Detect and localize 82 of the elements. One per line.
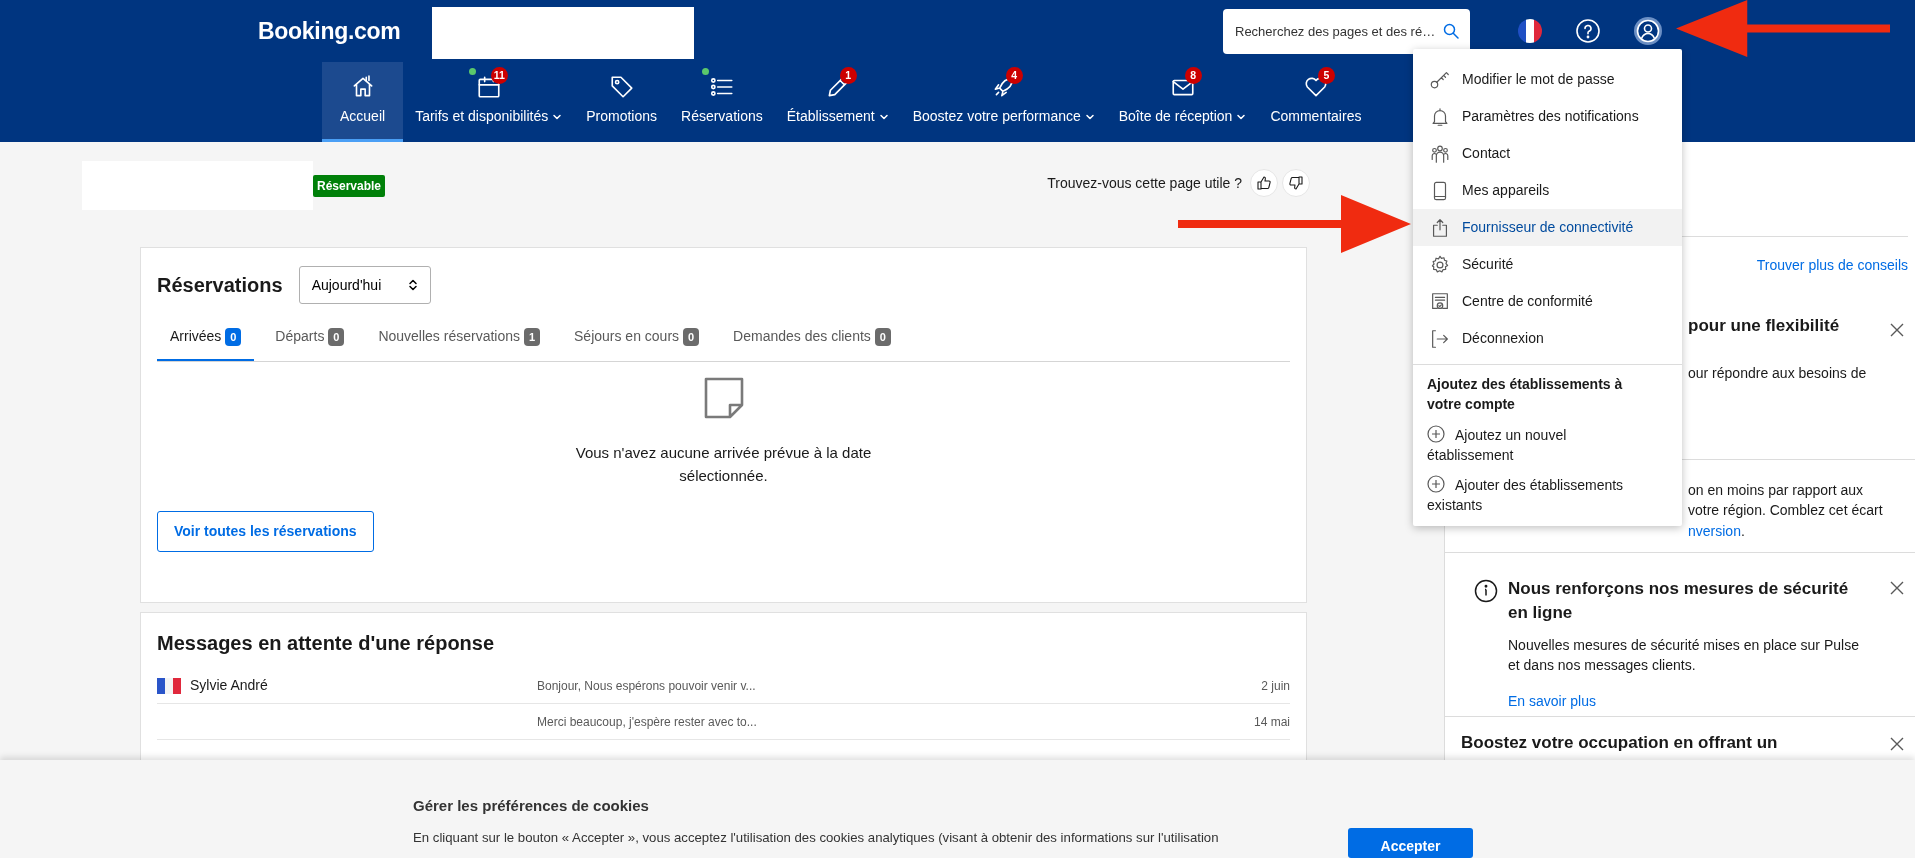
reservation-tab[interactable]: Nouvelles réservations 1 xyxy=(365,326,553,361)
note-icon xyxy=(702,376,745,420)
guest-name[interactable]: Sylvie André xyxy=(190,675,268,696)
menu-item[interactable]: Contact xyxy=(1413,135,1682,172)
tip-title: pour une flexibilité xyxy=(1688,315,1840,337)
menu-item[interactable]: Paramètres des notifications xyxy=(1413,98,1682,135)
learn-more-link[interactable]: En savoir plus xyxy=(1508,691,1596,713)
menu-item[interactable]: Centre de conformité xyxy=(1413,283,1682,320)
menu-item[interactable]: Mes appareils xyxy=(1413,172,1682,209)
nav-tab[interactable]: Accueil xyxy=(322,62,404,142)
nav-tab[interactable]: 11 Tarifs et disponibilités xyxy=(403,62,575,142)
tip-text: votre région. Comblez cet écart xyxy=(1688,501,1884,521)
close-icon[interactable] xyxy=(1889,736,1905,752)
logo[interactable]: Booking.com xyxy=(258,13,401,49)
thumbs-down-icon xyxy=(1288,175,1304,191)
reservation-tab[interactable]: Demandes des clients 0 xyxy=(720,326,904,361)
flag-icon xyxy=(157,677,181,694)
message-preview[interactable]: Merci beaucoup, j'espère rester avec to... xyxy=(537,712,1254,731)
thumbs-down-button[interactable] xyxy=(1282,169,1310,197)
close-icon[interactable] xyxy=(1889,322,1905,338)
info-icon xyxy=(1474,579,1498,603)
count-badge: 1 xyxy=(524,328,540,346)
search-field[interactable]: Recherchez des pages et des ré… xyxy=(1223,8,1470,54)
nav-tab[interactable]: Promotions xyxy=(574,62,669,142)
logout-icon xyxy=(1429,327,1451,350)
plus-circle-icon xyxy=(1427,475,1445,494)
banner-title: Gérer les préférences de cookies xyxy=(413,796,650,816)
tag-icon xyxy=(608,74,635,100)
card-title: Réservations xyxy=(157,273,283,297)
menu-section-title: Ajoutez des établissements à votre compte xyxy=(1426,375,1624,415)
notification-badge: 11 xyxy=(490,67,508,84)
tip-text: on en moins par rapport aux xyxy=(1688,481,1865,500)
feedback-question: Trouvez-vous cette page utile ? xyxy=(1047,173,1242,193)
nav-tab[interactable]: 1 Établissement xyxy=(774,62,901,142)
nav-tab[interactable]: 8 Boîte de réception xyxy=(1106,62,1259,142)
tips-link[interactable]: Trouver plus de conseils xyxy=(1756,255,1908,297)
date-filter-select[interactable]: Aujourd'hui xyxy=(298,266,431,304)
reservation-tab[interactable]: Arrivées 0 xyxy=(157,326,255,361)
nav-tab[interactable]: 4 Boostez votre performance xyxy=(900,62,1107,142)
menu-item[interactable]: Modifier le mot de passe xyxy=(1413,61,1682,98)
notification-badge: 5 xyxy=(1317,67,1335,84)
message-preview[interactable]: Bonjour, Nous espérons pouvoir venir v... xyxy=(537,676,1262,695)
tip-text: Nouvelles mesures de sécurité mises en place sur Pulse et dans nos messages clients. xyxy=(1508,635,1860,675)
accept-button[interactable]: Accepter xyxy=(1348,828,1473,858)
banner-text: En cliquant sur le bouton « Accepter », vous acceptez l'utilisation des cookies analytiques (visant à obtenir des informations sur l'utilisation xyxy=(413,828,1219,847)
count-badge: 0 xyxy=(874,328,891,346)
menu-item[interactable]: Sécurité xyxy=(1413,246,1682,283)
message-date: 14 mai xyxy=(1253,713,1290,731)
reservation-tab[interactable]: Séjours en cours 0 xyxy=(561,326,713,361)
avatar-icon[interactable] xyxy=(1633,16,1663,46)
thumbs-up-button[interactable] xyxy=(1250,169,1278,197)
nav-tab[interactable]: 5 Commentaires xyxy=(1258,62,1374,142)
count-badge: 0 xyxy=(683,328,700,346)
menu-item[interactable]: Fournisseur de connectivité xyxy=(1413,209,1682,246)
flag-icon[interactable] xyxy=(1517,18,1543,44)
view-all-button[interactable]: Voir toutes les réservations xyxy=(157,511,374,552)
reservation-tab[interactable]: Départs 0 xyxy=(262,326,358,361)
menu-item[interactable]: Déconnexion xyxy=(1413,320,1682,357)
notification-badge: 1 xyxy=(839,67,857,84)
notification-badge: 4 xyxy=(1005,67,1023,84)
bell-icon xyxy=(1429,105,1451,128)
thumbs-up-icon xyxy=(1256,175,1272,191)
notification-badge: 8 xyxy=(1184,67,1202,84)
punctuation-text: . xyxy=(1740,522,1745,539)
help-icon[interactable] xyxy=(1575,18,1601,44)
count-badge: 0 xyxy=(328,328,345,346)
card-title: Messages en attente d'une réponse xyxy=(157,631,496,655)
message-date: 2 juin xyxy=(1261,677,1290,695)
close-icon[interactable] xyxy=(1889,580,1905,596)
sort-arrows-icon xyxy=(407,279,418,291)
status-badge: Réservable xyxy=(313,175,386,197)
menu-item[interactable]: Ajoutez un nouvel établissement xyxy=(1413,414,1682,466)
nav-tab[interactable]: Réservations xyxy=(669,62,775,142)
count-badge: 0 xyxy=(225,328,242,346)
empty-state-message: Vous n'avez aucune arrivée prévue à la date sélectionnée. xyxy=(574,443,873,486)
menu-item[interactable]: Ajouter des établissements existants xyxy=(1413,465,1682,526)
plus-circle-icon xyxy=(1427,424,1445,443)
tip-title: Nous renforçons nos mesures de sécurité en ligne xyxy=(1508,578,1850,624)
tip-link[interactable]: nversion xyxy=(1688,522,1741,539)
tip-title: Boostez votre occupation en offrant un xyxy=(1461,732,1778,754)
tip-text: our répondre aux besoins de xyxy=(1688,363,1868,383)
search-icon[interactable] xyxy=(1443,22,1459,39)
